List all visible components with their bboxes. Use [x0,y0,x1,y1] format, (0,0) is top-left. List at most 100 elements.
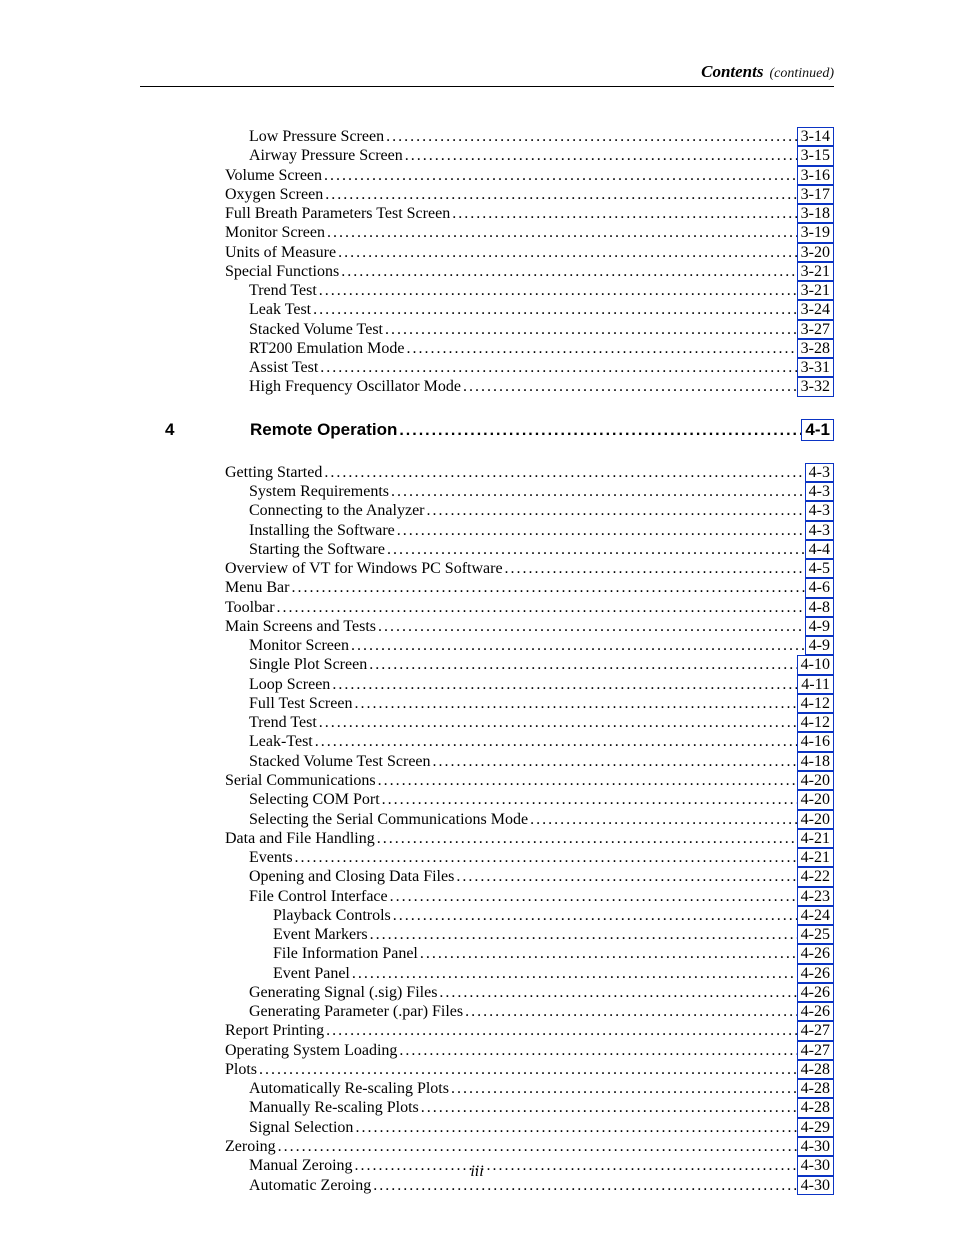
toc-page-link[interactable]: 4-21 [797,829,834,848]
toc-entry: RT200 Emulation Mode 3-28 [140,339,834,358]
leader-dots [404,340,796,357]
toc-page-link[interactable]: 4-30 [797,1137,834,1156]
toc-entry-title: Full Test Screen [249,695,352,712]
toc-entry-title: Oxygen Screen [225,186,323,203]
toc-page-link[interactable]: 4-3 [805,463,834,482]
toc-page-link[interactable]: 3-17 [797,185,834,204]
toc-entry-title: Selecting COM Port [249,791,380,808]
toc-entry-title: Signal Selection [249,1119,353,1136]
toc-page-link[interactable]: 4-28 [797,1060,834,1079]
toc-page-link[interactable]: 4-16 [797,732,834,751]
toc-entry: Full Breath Parameters Test Screen3-18 [140,204,834,223]
toc-entry: Stacked Volume Test Screen4-18 [140,752,834,771]
leader-dots [376,772,797,789]
toc-entry-title: Leak Test [249,301,311,318]
toc-page-link[interactable]: 4-29 [797,1118,834,1137]
toc-entry: Leak-Test4-16 [140,732,834,751]
toc-page-link[interactable]: 4-6 [805,578,834,597]
leader-dots [391,907,797,924]
toc-entry-title: Data and File Handling [225,830,375,847]
toc-entry: Assist Test3-31 [140,358,834,377]
toc-page-link[interactable]: 4-5 [805,559,834,578]
header-subtitle: (continued) [769,66,834,82]
toc-page-link[interactable]: 4-18 [797,752,834,771]
toc-page-link[interactable]: 3-27 [797,320,834,339]
chapter-page-link[interactable]: 4-1 [801,419,834,441]
toc-page-link[interactable]: 4-20 [797,771,834,790]
toc-entry-title: Event Panel [273,965,350,982]
toc-entry-title: Low Pressure Screen [249,128,384,145]
leader-dots [330,676,797,693]
toc-page-link[interactable]: 3-19 [797,223,834,242]
toc-page-link[interactable]: 3-31 [797,358,834,377]
toc-entry: Event Panel 4-26 [140,964,834,983]
toc-page-link[interactable]: 3-15 [797,146,834,165]
toc-page-link[interactable]: 4-28 [797,1079,834,1098]
toc-entry-title: Units of Measure [225,244,336,261]
toc-page-link[interactable]: 3-21 [797,262,834,281]
toc-entry: Playback Controls4-24 [140,906,834,925]
leader-dots [317,282,797,299]
toc-page-link[interactable]: 4-10 [797,655,834,674]
toc-entry-title: Operating System Loading [225,1042,397,1059]
toc-entry-title: Single Plot Screen [249,656,367,673]
leader-dots [503,560,805,577]
toc-page-link[interactable]: 4-12 [797,713,834,732]
toc-page-link[interactable]: 4-3 [805,521,834,540]
toc-page-link[interactable]: 4-26 [797,983,834,1002]
toc-page-link[interactable]: 3-14 [797,127,834,146]
toc-entry-title: Generating Signal (.sig) Files [249,984,437,1001]
toc-page-link[interactable]: 4-27 [797,1041,834,1060]
toc-page-link[interactable]: 4-20 [797,790,834,809]
toc-page-link[interactable]: 3-28 [797,339,834,358]
toc-page-link[interactable]: 4-3 [805,501,834,520]
toc-entry-title: Airway Pressure Screen [249,147,403,164]
toc-page-link[interactable]: 4-21 [797,848,834,867]
leader-dots [324,1022,797,1039]
leader-dots [385,541,805,558]
toc-entry-title: Installing the Software [249,522,395,539]
toc-page-link[interactable]: 4-28 [797,1098,834,1117]
toc-page-link[interactable]: 3-16 [797,166,834,185]
toc-entry-title: Toolbar [225,599,275,616]
toc-entry-title: Menu Bar [225,579,289,596]
toc-page-link[interactable]: 3-24 [797,300,834,319]
leader-dots [384,128,797,145]
toc-entry-title: Getting Started [225,464,322,481]
leader-dots [431,753,797,770]
leader-dots [395,522,805,539]
leader-dots [397,422,801,440]
toc-page-link[interactable]: 4-25 [797,925,834,944]
toc-entry-title: Overview of VT for Windows PC Software [225,560,503,577]
toc-page-link[interactable]: 4-9 [805,617,834,636]
toc-entry: Trend Test3-21 [140,281,834,300]
toc-page-link[interactable]: 4-27 [797,1021,834,1040]
toc-entry: Monitor Screen4-9 [140,636,834,655]
table-of-contents: Low Pressure Screen 3-14 Airway Pressure S… [140,127,834,1195]
toc-page-link[interactable]: 4-4 [805,540,834,559]
toc-page-link[interactable]: 4-26 [797,944,834,963]
leader-dots [323,186,796,203]
toc-entry-title: RT200 Emulation Mode [249,340,404,357]
toc-page-link[interactable]: 3-21 [797,281,834,300]
toc-page-link[interactable]: 4-22 [797,867,834,886]
leader-dots [317,714,797,731]
toc-page-link[interactable]: 4-9 [805,636,834,655]
toc-page-link[interactable]: 4-20 [797,810,834,829]
toc-page-link[interactable]: 4-8 [805,598,834,617]
toc-page-link[interactable]: 4-26 [797,964,834,983]
leader-dots [376,618,805,635]
toc-entry-title: High Frequency Oscillator Mode [249,378,461,395]
toc-page-link[interactable]: 3-18 [797,204,834,223]
toc-entry-title: Stacked Volume Test [249,321,383,338]
toc-page-link[interactable]: 4-23 [797,887,834,906]
toc-page-link[interactable]: 4-11 [797,675,834,694]
toc-page-link[interactable]: 3-32 [797,377,834,396]
leader-dots [368,926,797,943]
toc-page-link[interactable]: 4-24 [797,906,834,925]
toc-page-link[interactable]: 4-3 [805,482,834,501]
toc-page-link[interactable]: 4-26 [797,1002,834,1021]
toc-page-link[interactable]: 4-12 [797,694,834,713]
toc-entry-title: Volume Screen [225,167,322,184]
toc-page-link[interactable]: 3-20 [797,243,834,262]
